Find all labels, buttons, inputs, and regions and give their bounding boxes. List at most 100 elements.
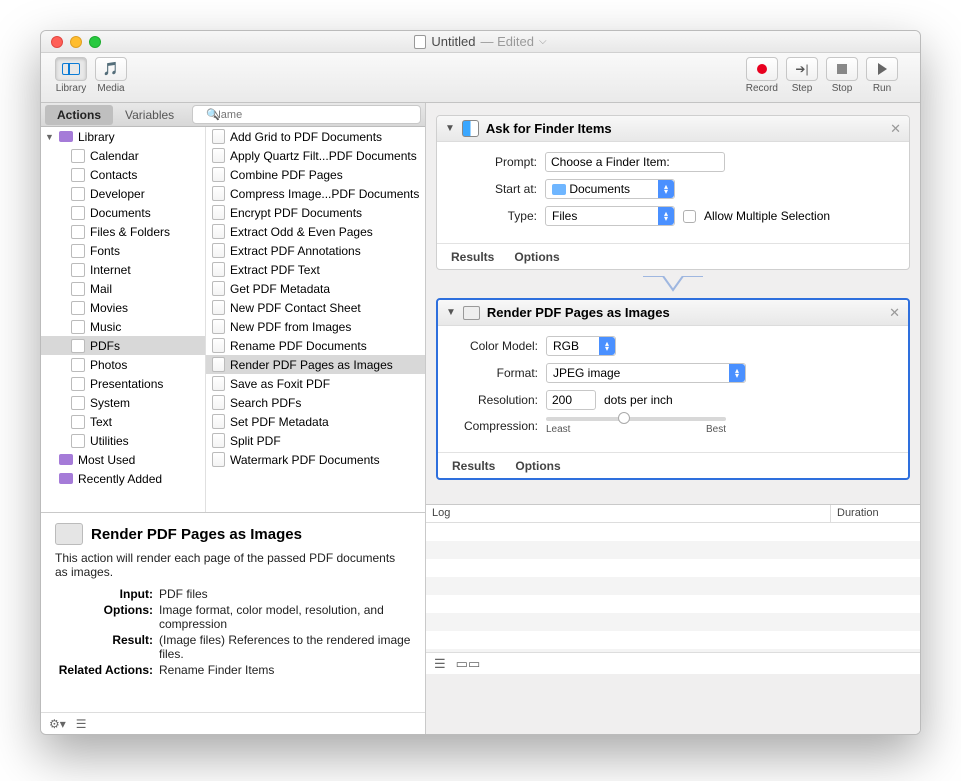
action-list-item[interactable]: New PDF Contact Sheet: [206, 298, 425, 317]
title-chevron-icon[interactable]: ⌵: [539, 36, 547, 47]
action-large-icon: [55, 523, 83, 545]
library-item[interactable]: Documents: [41, 203, 205, 222]
allow-multiple-label: Allow Multiple Selection: [704, 209, 830, 223]
titlebar: Untitled — Edited ⌵: [41, 31, 920, 53]
library-item[interactable]: System: [41, 393, 205, 412]
window-close-button[interactable]: [51, 36, 63, 48]
duration-column-header[interactable]: Duration: [830, 505, 920, 522]
action-list-item[interactable]: Get PDF Metadata: [206, 279, 425, 298]
search-input[interactable]: [192, 105, 421, 124]
library-item[interactable]: Internet: [41, 260, 205, 279]
color-model-select[interactable]: RGB ▴▾: [546, 336, 616, 356]
workflow-canvas[interactable]: ▼ Ask for Finder Items ✕ Prompt: Start a…: [426, 103, 920, 504]
resolution-input[interactable]: [546, 390, 596, 410]
action-list-item[interactable]: Split PDF: [206, 431, 425, 450]
type-select[interactable]: Files ▴▾: [545, 206, 675, 226]
log-column-header[interactable]: Log: [426, 505, 830, 522]
start-at-select[interactable]: Documents ▴▾: [545, 179, 675, 199]
library-root[interactable]: ▼Library: [41, 127, 205, 146]
library-action-list[interactable]: Add Grid to PDF DocumentsApply Quartz Fi…: [206, 127, 425, 512]
disclosure-triangle-icon[interactable]: ▼: [445, 123, 455, 134]
library-item[interactable]: Developer: [41, 184, 205, 203]
info-row-value: (Image files) References to the rendered…: [159, 633, 411, 661]
run-label: Run: [873, 83, 891, 94]
toolbar: Library 🎵 Media Record ➔| Step Stop Run: [41, 53, 920, 103]
stop-button[interactable]: [826, 57, 858, 81]
action-list-item[interactable]: New PDF from Images: [206, 317, 425, 336]
disclosure-triangle-icon[interactable]: ▼: [446, 307, 456, 318]
library-item[interactable]: Contacts: [41, 165, 205, 184]
action-list-item[interactable]: Compress Image...PDF Documents: [206, 184, 425, 203]
action-title: Render PDF Pages as Images: [487, 305, 670, 320]
library-item[interactable]: Movies: [41, 298, 205, 317]
allow-multiple-checkbox[interactable]: [683, 210, 696, 223]
action-list-item[interactable]: Rename PDF Documents: [206, 336, 425, 355]
library-item[interactable]: Photos: [41, 355, 205, 374]
prompt-input[interactable]: [545, 152, 725, 172]
library-item[interactable]: Mail: [41, 279, 205, 298]
action-list-item[interactable]: Encrypt PDF Documents: [206, 203, 425, 222]
action-list-item[interactable]: Combine PDF Pages: [206, 165, 425, 184]
workflow-connector: [436, 276, 910, 292]
window-zoom-button[interactable]: [89, 36, 101, 48]
library-toggle-button[interactable]: [55, 57, 87, 81]
action-list-item[interactable]: Extract PDF Annotations: [206, 241, 425, 260]
library-item[interactable]: Calendar: [41, 146, 205, 165]
log-view-list-icon[interactable]: ☰: [434, 656, 446, 672]
slider-thumb[interactable]: [618, 412, 630, 424]
action-ask-finder-items[interactable]: ▼ Ask for Finder Items ✕ Prompt: Start a…: [436, 115, 910, 270]
action-render-pdf-pages[interactable]: ▼ Render PDF Pages as Images ✕ Color Mod…: [436, 298, 910, 480]
library-item[interactable]: Files & Folders: [41, 222, 205, 241]
action-list-item[interactable]: Extract Odd & Even Pages: [206, 222, 425, 241]
action-list-item[interactable]: Add Grid to PDF Documents: [206, 127, 425, 146]
library-category-list[interactable]: ▼LibraryCalendarContactsDeveloperDocumen…: [41, 127, 206, 512]
info-row-value: Rename Finder Items: [159, 663, 411, 677]
stop-icon: [837, 64, 847, 74]
action-list-item[interactable]: Search PDFs: [206, 393, 425, 412]
results-tab[interactable]: Results: [451, 250, 494, 264]
results-tab[interactable]: Results: [452, 459, 495, 473]
library-smart-item[interactable]: Most Used: [41, 450, 205, 469]
action-list-item[interactable]: Apply Quartz Filt...PDF Documents: [206, 146, 425, 165]
pdf-render-icon: [463, 306, 480, 320]
step-button[interactable]: ➔|: [786, 57, 818, 81]
info-title: Render PDF Pages as Images: [91, 526, 302, 543]
library-item[interactable]: Music: [41, 317, 205, 336]
step-icon: ➔|: [795, 62, 808, 76]
remove-action-button[interactable]: ✕: [890, 121, 901, 137]
library-item[interactable]: Utilities: [41, 431, 205, 450]
step-label: Step: [792, 83, 813, 94]
log-view-grid-icon[interactable]: ▭▭: [456, 656, 481, 672]
action-list-item[interactable]: Extract PDF Text: [206, 260, 425, 279]
options-tab[interactable]: Options: [514, 250, 559, 264]
info-footer: ⚙︎▾ ☰: [41, 712, 425, 734]
library-item[interactable]: Presentations: [41, 374, 205, 393]
action-list-item[interactable]: Render PDF Pages as Images: [206, 355, 425, 374]
compression-slider[interactable]: [546, 417, 726, 421]
library-label: Library: [56, 83, 87, 94]
action-list-item[interactable]: Watermark PDF Documents: [206, 450, 425, 469]
library-smart-item[interactable]: Recently Added: [41, 469, 205, 488]
library-item[interactable]: Text: [41, 412, 205, 431]
window-title[interactable]: Untitled — Edited ⌵: [414, 34, 546, 49]
options-tab[interactable]: Options: [515, 459, 560, 473]
folder-icon: [552, 184, 566, 195]
library-item[interactable]: PDFs: [41, 336, 205, 355]
record-label: Record: [746, 83, 778, 94]
tab-actions[interactable]: Actions: [45, 105, 113, 125]
compression-best: Best: [706, 424, 726, 435]
media-button[interactable]: 🎵: [95, 57, 127, 81]
run-button[interactable]: [866, 57, 898, 81]
search-icon: 🔍: [206, 108, 220, 121]
record-button[interactable]: [746, 57, 778, 81]
expand-info-icon[interactable]: ☰: [76, 717, 87, 731]
resolution-label: Resolution:: [452, 393, 538, 407]
format-select[interactable]: JPEG image ▴▾: [546, 363, 746, 383]
window-minimize-button[interactable]: [70, 36, 82, 48]
action-list-item[interactable]: Set PDF Metadata: [206, 412, 425, 431]
library-item[interactable]: Fonts: [41, 241, 205, 260]
gear-menu-icon[interactable]: ⚙︎▾: [49, 717, 66, 731]
remove-action-button[interactable]: ✕: [889, 305, 900, 321]
action-list-item[interactable]: Save as Foxit PDF: [206, 374, 425, 393]
tab-variables[interactable]: Variables: [113, 105, 186, 125]
